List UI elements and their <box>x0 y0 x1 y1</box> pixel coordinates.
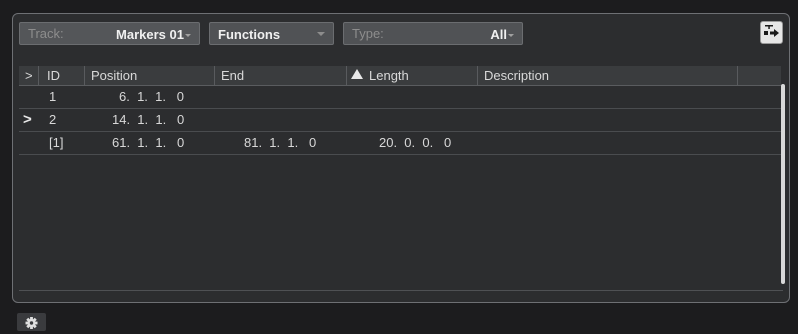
row-length[interactable]: 20. 0. 0. 0 <box>379 132 451 155</box>
gear-icon <box>25 317 38 329</box>
export-button[interactable] <box>760 21 783 44</box>
sort-ascending-icon <box>351 69 363 79</box>
track-value: Markers 01 <box>116 27 191 42</box>
table-row[interactable]: 1 6. 1. 1. 0 <box>19 86 781 109</box>
row-id: 1 <box>49 89 57 104</box>
track-value-text: Markers 01 <box>116 27 184 42</box>
type-filter[interactable]: Type: All <box>343 22 523 45</box>
export-icon <box>764 25 779 37</box>
table-row[interactable]: [1] 61. 1. 1. 0 81. 1. 1. 0 20. 0. 0. 0 <box>19 132 781 155</box>
functions-label: Functions <box>218 27 281 42</box>
type-value-text: All <box>490 27 507 42</box>
row-selection-arrow: > <box>23 111 32 128</box>
functions-menu[interactable]: Functions <box>209 22 334 45</box>
track-label: Track: <box>28 26 64 41</box>
column-header-length-label: Length <box>369 68 409 83</box>
vertical-scrollbar[interactable] <box>781 84 785 284</box>
column-header-select[interactable]: > <box>19 66 39 85</box>
chevron-down-icon <box>185 34 191 38</box>
track-selector[interactable]: Track: Markers 01 <box>19 22 200 45</box>
column-header-description[interactable]: Description <box>478 66 738 85</box>
markers-table: > ID Position End Length Description 1 6… <box>19 66 781 298</box>
column-header-id[interactable]: ID <box>39 66 85 85</box>
row-position[interactable]: 14. 1. 1. 0 <box>112 109 184 132</box>
table-row[interactable]: > 2 14. 1. 1. 0 <box>19 109 781 132</box>
chevron-down-icon <box>508 34 514 38</box>
row-end[interactable]: 81. 1. 1. 0 <box>244 132 316 155</box>
type-value: All <box>490 27 514 42</box>
toolbar: Track: Markers 01 Functions Type: All <box>19 20 783 46</box>
table-header: > ID Position End Length Description <box>19 66 781 86</box>
column-header-length[interactable]: Length <box>347 66 478 85</box>
marker-window-panel: Track: Markers 01 Functions Type: All > … <box>12 13 790 303</box>
settings-button[interactable] <box>17 313 46 331</box>
chevron-down-icon <box>317 32 325 36</box>
row-position[interactable]: 61. 1. 1. 0 <box>112 132 184 155</box>
row-position[interactable]: 6. 1. 1. 0 <box>119 86 184 109</box>
type-label: Type: <box>352 26 384 41</box>
divider <box>19 290 783 291</box>
column-header-end[interactable]: End <box>215 66 347 85</box>
row-id: 2 <box>49 112 57 127</box>
column-header-extra[interactable] <box>738 66 781 85</box>
column-header-position[interactable]: Position <box>85 66 215 85</box>
row-id: [1] <box>49 135 64 150</box>
